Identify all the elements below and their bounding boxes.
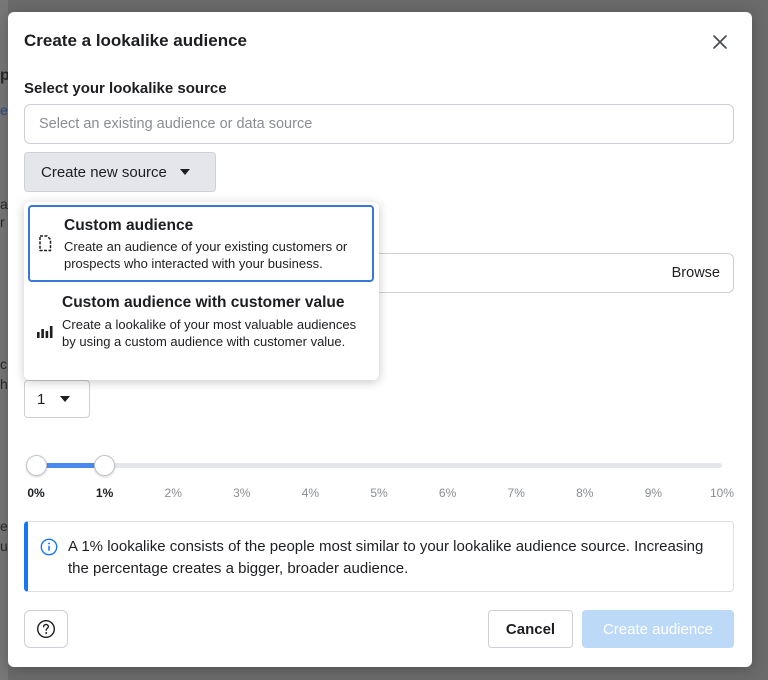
slider-tick-label: 1% <box>95 486 114 500</box>
caret-down-icon <box>179 168 191 176</box>
modal-title: Create a lookalike audience <box>24 31 247 50</box>
slider-tick-label: 9% <box>644 486 663 500</box>
close-icon <box>713 35 727 49</box>
background-text: h <box>0 376 8 392</box>
count-value: 1 <box>37 390 46 408</box>
lookalike-count-select[interactable]: 1 <box>24 380 90 418</box>
slider-tick-label: 0% <box>27 486 45 500</box>
background-text: r <box>0 214 5 230</box>
slider-tick-label: 7% <box>507 486 525 500</box>
source-search-input[interactable] <box>24 104 734 144</box>
create-source-menu: Custom audience Create an audience of yo… <box>24 202 379 380</box>
slider-tick-label: 6% <box>438 486 457 500</box>
background-text: p <box>0 68 8 84</box>
info-icon <box>40 538 58 561</box>
menu-item-title: Custom audience with customer value <box>62 294 345 311</box>
background-text: e <box>0 102 8 118</box>
slider-tick-label: 10% <box>709 486 735 500</box>
cancel-button[interactable]: Cancel <box>488 610 573 648</box>
browse-button[interactable]: Browse <box>672 265 720 281</box>
info-notice: A 1% lookalike consists of the people mo… <box>24 521 734 592</box>
create-new-source-label: Create new source <box>41 163 167 181</box>
background-text: c <box>0 356 7 372</box>
slider-tick-label: 3% <box>233 486 251 500</box>
close-button[interactable] <box>708 30 732 54</box>
help-icon <box>36 619 56 639</box>
create-audience-button[interactable]: Create audience <box>582 610 734 648</box>
caret-down-icon <box>60 396 71 402</box>
info-text: A 1% lookalike consists of the people mo… <box>68 538 704 577</box>
background-text: u <box>0 538 8 554</box>
menu-item-description: Create a lookalike of your most valuable… <box>62 317 357 349</box>
menu-item-custom-audience[interactable]: Custom audience Create an audience of yo… <box>28 205 374 282</box>
menu-item-custom-audience-value[interactable]: Custom audience with customer value Crea… <box>28 286 374 374</box>
slider-handle-end[interactable] <box>94 455 116 476</box>
create-new-source-button[interactable]: Create new source <box>24 152 216 192</box>
audience-size-slider-track[interactable] <box>36 463 722 468</box>
document-icon <box>38 235 52 257</box>
background-text: e <box>0 518 8 534</box>
slider-tick-label: 8% <box>576 486 594 500</box>
help-button[interactable] <box>24 610 68 648</box>
bar-chart-icon <box>36 324 54 344</box>
menu-item-title: Custom audience <box>64 217 194 234</box>
source-section-label: Select your lookalike source <box>24 80 227 97</box>
slider-handle-start[interactable] <box>25 455 47 476</box>
location-field[interactable]: Browse <box>378 253 734 293</box>
slider-tick-label: 2% <box>164 486 182 500</box>
background-text: a <box>0 196 8 212</box>
slider-tick-label: 5% <box>370 486 388 500</box>
menu-item-description: Create an audience of your existing cust… <box>64 239 348 271</box>
slider-tick-label: 4% <box>301 486 320 500</box>
